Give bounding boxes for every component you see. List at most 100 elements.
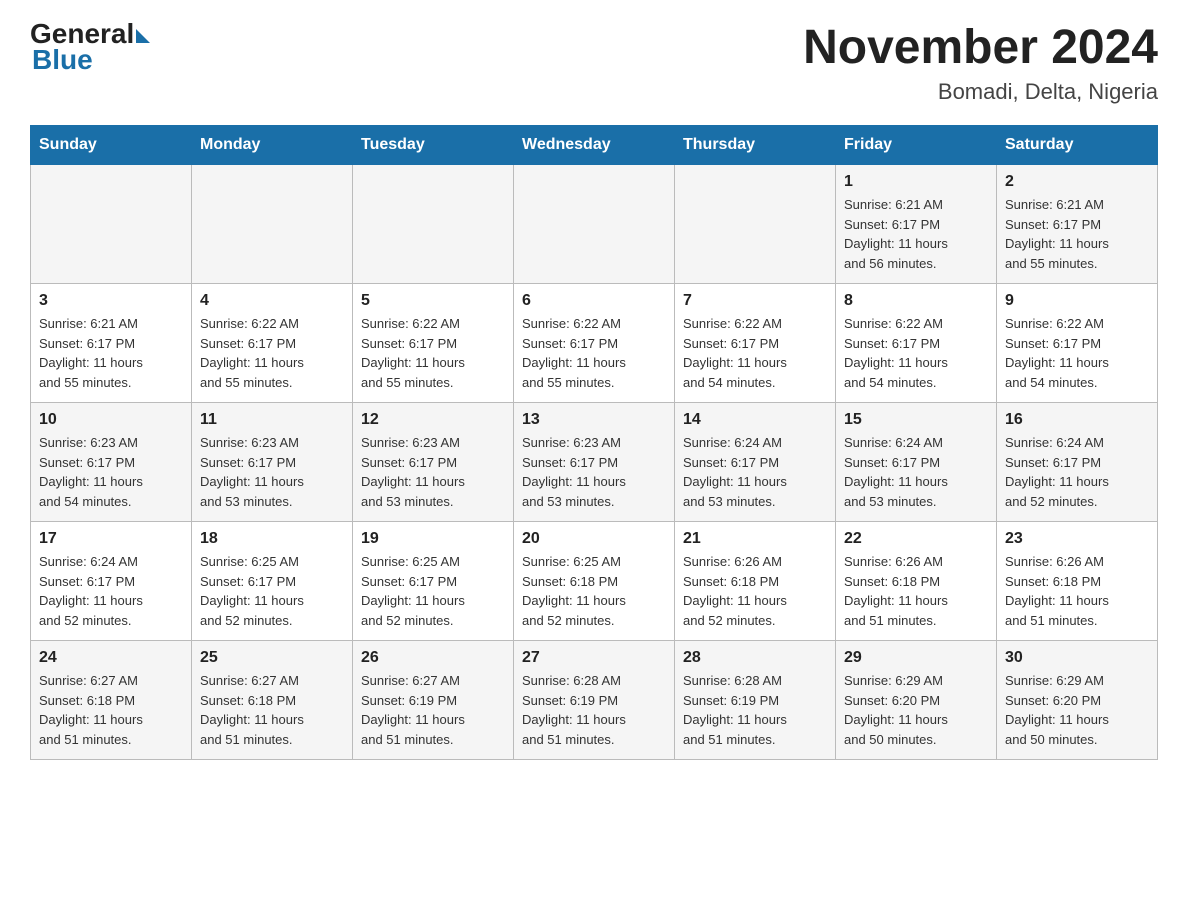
- calendar-table: SundayMondayTuesdayWednesdayThursdayFrid…: [30, 125, 1158, 760]
- calendar-cell: 29 Sunrise: 6:29 AMSunset: 6:20 PMDayligh…: [836, 641, 997, 760]
- day-info: Sunrise: 6:26 AMSunset: 6:18 PMDaylight:…: [683, 552, 827, 630]
- day-info: Sunrise: 6:21 AMSunset: 6:17 PMDaylight:…: [1005, 195, 1149, 273]
- calendar-cell: [31, 165, 192, 284]
- day-number: 18: [200, 530, 344, 548]
- day-number: 15: [844, 411, 988, 429]
- logo-arrow-icon: [136, 29, 150, 43]
- calendar-cell: 18 Sunrise: 6:25 AMSunset: 6:17 PMDayligh…: [192, 522, 353, 641]
- calendar-week-5: 24 Sunrise: 6:27 AMSunset: 6:18 PMDayligh…: [31, 641, 1158, 760]
- calendar-subtitle: Bomadi, Delta, Nigeria: [803, 79, 1158, 105]
- day-info: Sunrise: 6:23 AMSunset: 6:17 PMDaylight:…: [361, 433, 505, 511]
- calendar-cell: 26Sunrise: 6:27 AMSunset: 6:19 PMDayligh…: [353, 641, 514, 760]
- calendar-header: SundayMondayTuesdayWednesdayThursdayFrid…: [31, 126, 1158, 165]
- calendar-cell: 23 Sunrise: 6:26 AMSunset: 6:18 PMDayligh…: [997, 522, 1158, 641]
- day-number: 29: [844, 649, 988, 667]
- day-info: Sunrise: 6:24 AMSunset: 6:17 PMDaylight:…: [1005, 433, 1149, 511]
- calendar-cell: 1 Sunrise: 6:21 AMSunset: 6:17 PMDaylight…: [836, 165, 997, 284]
- day-number: 5: [361, 292, 505, 310]
- day-number: 23: [1005, 530, 1149, 548]
- day-info: Sunrise: 6:27 AMSunset: 6:18 PMDaylight:…: [39, 671, 183, 749]
- day-info: Sunrise: 6:24 AMSunset: 6:17 PMDaylight:…: [683, 433, 827, 511]
- calendar-cell: 8 Sunrise: 6:22 AMSunset: 6:17 PMDaylight…: [836, 284, 997, 403]
- day-info: Sunrise: 6:23 AMSunset: 6:17 PMDaylight:…: [200, 433, 344, 511]
- day-number: 19: [361, 530, 505, 548]
- calendar-cell: 28Sunrise: 6:28 AMSunset: 6:19 PMDayligh…: [675, 641, 836, 760]
- calendar-cell: 9Sunrise: 6:22 AMSunset: 6:17 PMDaylight…: [997, 284, 1158, 403]
- day-number: 27: [522, 649, 666, 667]
- day-header-friday: Friday: [836, 126, 997, 165]
- calendar-cell: 22 Sunrise: 6:26 AMSunset: 6:18 PMDayligh…: [836, 522, 997, 641]
- calendar-cell: 21 Sunrise: 6:26 AMSunset: 6:18 PMDayligh…: [675, 522, 836, 641]
- calendar-cell: [353, 165, 514, 284]
- calendar-cell: 13 Sunrise: 6:23 AMSunset: 6:17 PMDayligh…: [514, 403, 675, 522]
- calendar-cell: 6 Sunrise: 6:22 AMSunset: 6:17 PMDaylight…: [514, 284, 675, 403]
- day-number: 11: [200, 411, 344, 429]
- calendar-cell: 17 Sunrise: 6:24 AMSunset: 6:17 PMDayligh…: [31, 522, 192, 641]
- calendar-cell: 20Sunrise: 6:25 AMSunset: 6:18 PMDayligh…: [514, 522, 675, 641]
- calendar-cell: 27 Sunrise: 6:28 AMSunset: 6:19 PMDayligh…: [514, 641, 675, 760]
- day-header-tuesday: Tuesday: [353, 126, 514, 165]
- calendar-week-4: 17 Sunrise: 6:24 AMSunset: 6:17 PMDayligh…: [31, 522, 1158, 641]
- day-number: 6: [522, 292, 666, 310]
- day-number: 26: [361, 649, 505, 667]
- day-number: 7: [683, 292, 827, 310]
- day-number: 4: [200, 292, 344, 310]
- day-info: Sunrise: 6:21 AMSunset: 6:17 PMDaylight:…: [844, 195, 988, 273]
- day-number: 24: [39, 649, 183, 667]
- day-info: Sunrise: 6:29 AMSunset: 6:20 PMDaylight:…: [844, 671, 988, 749]
- day-info: Sunrise: 6:28 AMSunset: 6:19 PMDaylight:…: [522, 671, 666, 749]
- calendar-cell: 24 Sunrise: 6:27 AMSunset: 6:18 PMDayligh…: [31, 641, 192, 760]
- calendar-cell: 7 Sunrise: 6:22 AMSunset: 6:17 PMDaylight…: [675, 284, 836, 403]
- calendar-cell: 10 Sunrise: 6:23 AMSunset: 6:17 PMDayligh…: [31, 403, 192, 522]
- day-number: 13: [522, 411, 666, 429]
- logo: General Blue: [30, 20, 150, 76]
- day-number: 22: [844, 530, 988, 548]
- day-info: Sunrise: 6:23 AMSunset: 6:17 PMDaylight:…: [522, 433, 666, 511]
- day-info: Sunrise: 6:21 AMSunset: 6:17 PMDaylight:…: [39, 314, 183, 392]
- calendar-cell: 14 Sunrise: 6:24 AMSunset: 6:17 PMDayligh…: [675, 403, 836, 522]
- day-header-saturday: Saturday: [997, 126, 1158, 165]
- day-info: Sunrise: 6:22 AMSunset: 6:17 PMDaylight:…: [844, 314, 988, 392]
- day-number: 10: [39, 411, 183, 429]
- day-info: Sunrise: 6:26 AMSunset: 6:18 PMDaylight:…: [1005, 552, 1149, 630]
- day-number: 28: [683, 649, 827, 667]
- header-row: SundayMondayTuesdayWednesdayThursdayFrid…: [31, 126, 1158, 165]
- day-info: Sunrise: 6:26 AMSunset: 6:18 PMDaylight:…: [844, 552, 988, 630]
- day-header-thursday: Thursday: [675, 126, 836, 165]
- day-header-sunday: Sunday: [31, 126, 192, 165]
- day-info: Sunrise: 6:22 AMSunset: 6:17 PMDaylight:…: [361, 314, 505, 392]
- calendar-cell: [675, 165, 836, 284]
- day-info: Sunrise: 6:22 AMSunset: 6:17 PMDaylight:…: [683, 314, 827, 392]
- calendar-cell: 5 Sunrise: 6:22 AMSunset: 6:17 PMDaylight…: [353, 284, 514, 403]
- day-info: Sunrise: 6:25 AMSunset: 6:17 PMDaylight:…: [361, 552, 505, 630]
- day-number: 25: [200, 649, 344, 667]
- day-info: Sunrise: 6:24 AMSunset: 6:17 PMDaylight:…: [39, 552, 183, 630]
- calendar-cell: 15Sunrise: 6:24 AMSunset: 6:17 PMDayligh…: [836, 403, 997, 522]
- calendar-cell: 12 Sunrise: 6:23 AMSunset: 6:17 PMDayligh…: [353, 403, 514, 522]
- title-area: November 2024 Bomadi, Delta, Nigeria: [803, 20, 1158, 105]
- calendar-cell: 4Sunrise: 6:22 AMSunset: 6:17 PMDaylight…: [192, 284, 353, 403]
- calendar-cell: [192, 165, 353, 284]
- day-header-monday: Monday: [192, 126, 353, 165]
- day-info: Sunrise: 6:22 AMSunset: 6:17 PMDaylight:…: [522, 314, 666, 392]
- calendar-cell: 11 Sunrise: 6:23 AMSunset: 6:17 PMDayligh…: [192, 403, 353, 522]
- calendar-cell: 19 Sunrise: 6:25 AMSunset: 6:17 PMDayligh…: [353, 522, 514, 641]
- day-number: 2: [1005, 173, 1149, 191]
- day-info: Sunrise: 6:29 AMSunset: 6:20 PMDaylight:…: [1005, 671, 1149, 749]
- day-number: 8: [844, 292, 988, 310]
- day-number: 1: [844, 173, 988, 191]
- day-info: Sunrise: 6:22 AMSunset: 6:17 PMDaylight:…: [1005, 314, 1149, 392]
- day-number: 12: [361, 411, 505, 429]
- day-number: 3: [39, 292, 183, 310]
- day-number: 17: [39, 530, 183, 548]
- day-info: Sunrise: 6:25 AMSunset: 6:17 PMDaylight:…: [200, 552, 344, 630]
- day-number: 21: [683, 530, 827, 548]
- day-info: Sunrise: 6:23 AMSunset: 6:17 PMDaylight:…: [39, 433, 183, 511]
- logo-blue-text: Blue: [32, 44, 150, 76]
- calendar-week-2: 3 Sunrise: 6:21 AMSunset: 6:17 PMDaylight…: [31, 284, 1158, 403]
- day-number: 14: [683, 411, 827, 429]
- calendar-cell: 30Sunrise: 6:29 AMSunset: 6:20 PMDayligh…: [997, 641, 1158, 760]
- day-info: Sunrise: 6:27 AMSunset: 6:18 PMDaylight:…: [200, 671, 344, 749]
- calendar-body: 1 Sunrise: 6:21 AMSunset: 6:17 PMDaylight…: [31, 165, 1158, 760]
- calendar-week-3: 10 Sunrise: 6:23 AMSunset: 6:17 PMDayligh…: [31, 403, 1158, 522]
